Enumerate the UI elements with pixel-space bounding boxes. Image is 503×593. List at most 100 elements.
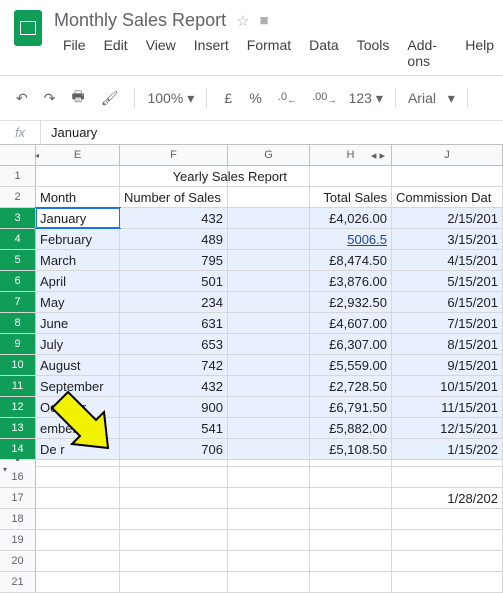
cell-commission-date[interactable]: 4/15/201 [392,250,503,270]
menu-file[interactable]: File [54,33,95,75]
cell-total-sales[interactable]: £2,728.50 [310,376,392,396]
cell-month[interactable]: July [36,334,120,354]
cell-month[interactable]: October [36,397,120,417]
row-header-2[interactable]: 2 [0,187,36,207]
cell-num-sales[interactable]: 489 [120,229,228,249]
increase-decimal-button[interactable]: .00→ [308,87,340,109]
cell-commission-date[interactable]: 1/15/202 [392,439,503,459]
row-header-3[interactable]: 3 [0,208,36,228]
menu-tools[interactable]: Tools [348,33,399,75]
cell-commission-date[interactable]: 11/15/201 [392,397,503,417]
cell[interactable] [36,166,120,186]
menu-data[interactable]: Data [300,33,348,75]
percent-button[interactable]: % [245,86,265,110]
menu-insert[interactable]: Insert [185,33,238,75]
cell-total-sales[interactable]: £6,307.00 [310,334,392,354]
row-header-7[interactable]: 7 [0,292,36,312]
font-dropdown[interactable]: Arial ▾ [408,90,455,107]
sheets-logo[interactable] [8,8,48,48]
cell[interactable] [228,418,310,438]
collapse-col-icon[interactable]: ◂ [35,151,39,160]
cell-num-sales[interactable]: 432 [120,208,228,228]
row-header-13[interactable]: 13 [0,418,36,438]
cell-num-sales[interactable]: 795 [120,250,228,270]
cell-num-sales[interactable]: 631 [120,313,228,333]
row-header-16[interactable]: ▾16 [0,467,36,487]
col-header-h[interactable]: H◂ ▸ [310,145,392,165]
cell-num-sales[interactable]: 653 [120,334,228,354]
cell-num-sales[interactable]: 706 [120,439,228,459]
cell[interactable] [228,250,310,270]
cell[interactable] [36,467,120,487]
formula-value[interactable]: January [41,125,97,140]
cell-commission-date[interactable]: 8/15/201 [392,334,503,354]
cell-num-sales[interactable]: 234 [120,292,228,312]
cell-commission-date[interactable]: 6/15/201 [392,292,503,312]
header-commission-date[interactable]: Commission Dat [392,187,503,207]
row-header-21[interactable]: 21 [0,572,36,592]
document-title[interactable]: Monthly Sales Report [54,10,226,31]
cell-total-sales[interactable]: £4,607.00 [310,313,392,333]
row-header-11[interactable]: 11 [0,376,36,396]
cell[interactable] [228,208,310,228]
cell-commission-date[interactable]: 9/15/201 [392,355,503,375]
cell[interactable] [228,376,310,396]
cell[interactable] [228,187,310,207]
cell-commission-date[interactable]: 10/15/201 [392,376,503,396]
select-all-cell[interactable] [0,145,36,165]
row-header-6[interactable]: 6 [0,271,36,291]
cell-total-sales[interactable]: £3,876.00 [310,271,392,291]
cell-month[interactable]: August [36,355,120,375]
row-header-9[interactable]: 9 [0,334,36,354]
cell[interactable] [392,166,503,186]
cell-month[interactable]: January [36,208,120,228]
redo-icon[interactable]: ↷ [40,86,60,111]
row-header-8[interactable]: 8 [0,313,36,333]
cell-month[interactable]: February [36,229,120,249]
cell-month[interactable]: June [36,313,120,333]
cell-commission-date[interactable]: 3/15/201 [392,229,503,249]
cell-commission-date[interactable]: 12/15/201 [392,418,503,438]
col-header-g[interactable]: G [228,145,310,165]
collapse-col-icon[interactable]: ◂ ▸ [367,149,389,162]
row-header-10[interactable]: 10 [0,355,36,375]
print-icon[interactable]: 🖶 [67,82,88,114]
cell[interactable] [228,355,310,375]
row-header-19[interactable]: 19 [0,530,36,550]
row-header-20[interactable]: 20 [0,551,36,571]
cell-month[interactable]: March [36,250,120,270]
cell-total-sales[interactable]: £2,932.50 [310,292,392,312]
paint-format-icon[interactable]: 🖌 [97,86,123,111]
cell-total-sales[interactable]: 5006.5 [310,229,392,249]
col-header-j[interactable]: J [392,145,503,165]
cell-total-sales[interactable]: £4,026.00 [310,208,392,228]
currency-button[interactable]: £ [219,86,237,110]
undo-icon[interactable]: ↶ [12,86,32,111]
cell[interactable] [228,334,310,354]
cell-commission-date[interactable]: 5/15/201 [392,271,503,291]
cell[interactable] [228,397,310,417]
cell-num-sales[interactable]: 900 [120,397,228,417]
header-month[interactable]: Month [36,187,120,207]
menu-edit[interactable]: Edit [95,33,137,75]
cell-num-sales[interactable]: 541 [120,418,228,438]
decrease-decimal-button[interactable]: .0← [274,87,300,109]
cell-month[interactable]: De r [36,439,120,459]
cell[interactable] [310,166,392,186]
row-header-17[interactable]: 17 [0,488,36,508]
header-num-sales[interactable]: Number of Sales [120,187,228,207]
row-header-18[interactable]: 18 [0,509,36,529]
row-header-4[interactable]: 4 [0,229,36,249]
cell[interactable] [228,439,310,459]
zoom-dropdown[interactable]: 100%▾ [147,90,194,107]
cell-commission-date[interactable]: 2/15/201 [392,208,503,228]
cell-total-sales[interactable]: £5,882.00 [310,418,392,438]
cell[interactable] [228,292,310,312]
menu-view[interactable]: View [137,33,185,75]
col-header-f[interactable]: F [120,145,228,165]
row-header-12[interactable]: 12 [0,397,36,417]
menu-addons[interactable]: Add-ons [398,33,456,75]
cell-month[interactable]: ember [36,418,120,438]
star-icon[interactable]: ☆ [236,12,249,30]
more-formats-dropdown[interactable]: 123▾ [349,90,383,107]
